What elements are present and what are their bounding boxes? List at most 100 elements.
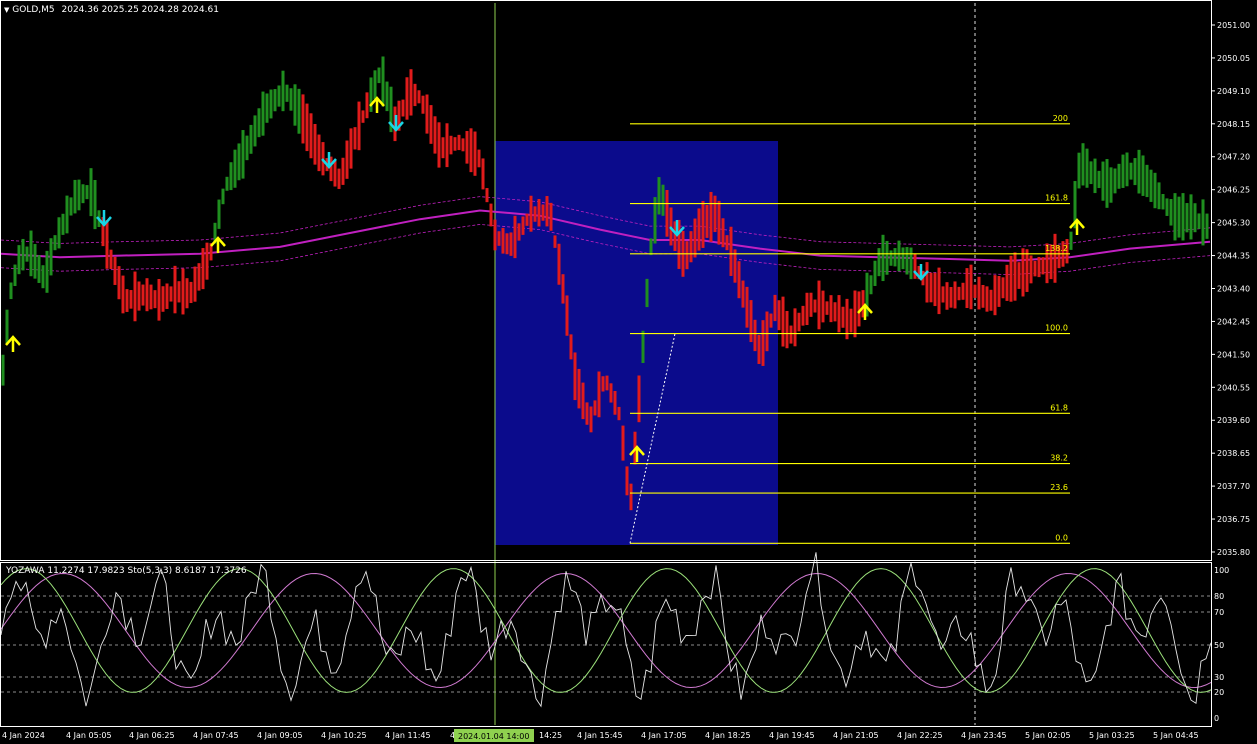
bear-bar — [177, 281, 181, 303]
bear-bar — [729, 226, 733, 276]
bull-bar — [25, 246, 29, 262]
bear-bar — [717, 200, 721, 245]
bear-bar — [337, 168, 341, 189]
bear-bar — [929, 272, 933, 303]
time-label: 4 Jan 07:45 — [193, 731, 239, 740]
bear-bar — [181, 268, 185, 315]
bull-bar — [1077, 152, 1081, 189]
bull-bar — [241, 130, 245, 179]
bear-bar — [401, 99, 405, 117]
bull-bar — [1181, 193, 1185, 241]
bull-bar — [873, 260, 877, 286]
bear-bar — [689, 231, 693, 263]
bear-bar — [849, 308, 853, 333]
bear-bar — [185, 278, 189, 309]
indicator-header: YOZAWA 11.2274 17.9823 Sto(5,3,3) 8.6187… — [6, 566, 247, 576]
bear-bar — [189, 281, 193, 304]
bear-bar — [945, 282, 949, 310]
bear-bar — [781, 296, 785, 347]
time-label: 4 Jan 06:25 — [129, 731, 175, 740]
bear-bar — [205, 242, 209, 280]
fib-level-label: 100.0 — [1045, 324, 1068, 333]
bull-bar — [13, 264, 17, 287]
bear-bar — [517, 223, 521, 241]
symbol-header[interactable]: ▼ GOLD,M5 2024.36 2025.25 2024.28 2024.6… — [4, 5, 219, 15]
bear-bar — [417, 90, 421, 104]
bull-bar — [1169, 199, 1173, 226]
bull-bar — [1097, 170, 1101, 189]
bear-bar — [961, 282, 965, 300]
bear-bar — [989, 289, 993, 311]
bear-bar — [621, 425, 625, 461]
bear-bar — [933, 272, 937, 307]
price-label: 2043.40 — [1217, 284, 1250, 293]
bull-bar — [41, 265, 45, 289]
bear-bar — [1001, 277, 1005, 299]
symbol-name: GOLD,M5 — [12, 5, 55, 15]
bear-bar — [521, 216, 525, 235]
bull-bar — [645, 278, 649, 308]
bull-bar — [1137, 149, 1141, 194]
bear-bar — [805, 292, 809, 326]
bear-bar — [577, 368, 581, 409]
bull-bar — [69, 197, 73, 216]
bear-bar — [1021, 248, 1025, 297]
bull-bar — [89, 168, 93, 217]
bear-bar — [469, 128, 473, 173]
bull-bar — [17, 245, 21, 275]
bear-bar — [1029, 255, 1033, 284]
bull-bar — [229, 162, 233, 191]
bear-bar — [489, 203, 493, 227]
bear-bar — [197, 263, 201, 291]
bear-bar — [173, 265, 177, 314]
bear-bar — [701, 200, 705, 248]
time-label: 4 Jan 19:45 — [769, 731, 815, 740]
bear-bar — [665, 189, 669, 237]
bear-bar — [985, 286, 989, 312]
bear-bar — [105, 220, 109, 269]
triangle-down-icon[interactable]: ▼ — [4, 6, 9, 14]
bull-bar — [1085, 148, 1089, 188]
bull-bar — [1141, 155, 1145, 196]
bear-bar — [981, 284, 985, 308]
bear-bar — [361, 110, 365, 123]
bear-bar — [777, 300, 781, 331]
bull-bar — [73, 179, 77, 214]
bear-bar — [441, 137, 445, 159]
bear-bar — [617, 406, 621, 421]
bear-bar — [697, 208, 701, 251]
bear-bar — [481, 158, 485, 190]
bear-bar — [753, 319, 757, 352]
bear-bar — [525, 213, 529, 226]
bull-bar — [49, 238, 53, 276]
bear-bar — [341, 157, 345, 185]
bear-bar — [737, 261, 741, 299]
osc-label: 80 — [1214, 592, 1224, 601]
bear-bar — [509, 232, 513, 256]
bear-bar — [569, 334, 573, 360]
chart-canvas[interactable]: 200161.8138.2100.061.838.223.60.0 2051.0… — [0, 0, 1257, 744]
bull-bar — [1177, 196, 1181, 238]
bear-bar — [997, 276, 1001, 307]
bear-bar — [813, 299, 817, 313]
price-label: 2044.35 — [1217, 252, 1250, 261]
bear-bar — [721, 218, 725, 248]
bear-bar — [345, 140, 349, 179]
bear-bar — [413, 83, 417, 107]
bull-bar — [9, 282, 13, 300]
bear-bar — [605, 375, 609, 391]
bear-bar — [757, 334, 761, 364]
bear-bar — [837, 295, 841, 333]
bear-bar — [841, 306, 845, 328]
bull-bar — [1121, 154, 1125, 188]
bull-bar — [1153, 172, 1157, 209]
bear-bar — [1053, 233, 1057, 283]
bear-bar — [161, 286, 165, 312]
bear-bar — [301, 94, 305, 144]
price-label: 2037.70 — [1217, 482, 1250, 491]
bear-bar — [637, 375, 641, 423]
bear-bar — [597, 371, 601, 418]
bull-bar — [1173, 193, 1177, 241]
bear-bar — [405, 77, 409, 120]
bull-bar — [81, 184, 85, 204]
